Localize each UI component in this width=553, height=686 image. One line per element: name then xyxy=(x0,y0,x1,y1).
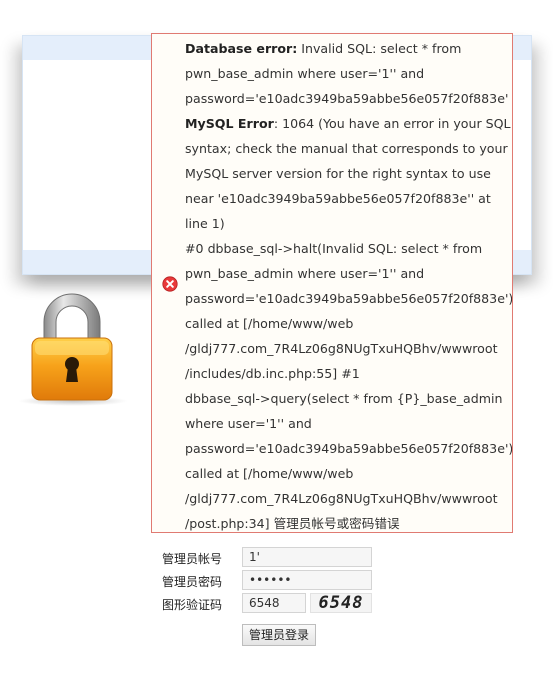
error-line: password='e10adc3949ba59abbe56e057f20f88… xyxy=(185,91,509,106)
error-line: #0 dbbase_sql->halt(Invalid SQL: select … xyxy=(185,241,483,256)
captcha-image[interactable]: 6548 xyxy=(310,593,372,613)
captcha-row: 图形验证码 6548 xyxy=(162,593,422,613)
error-line: syntax; check the manual that correspond… xyxy=(185,141,508,156)
captcha-input[interactable] xyxy=(242,593,306,613)
error-line: MySQL Error: 1064 (You have an error in … xyxy=(185,116,511,131)
error-line: /post.php:34] 管理员帐号或密码错误 xyxy=(185,516,400,531)
password-input[interactable] xyxy=(242,570,372,590)
captcha-label: 图形验证码 xyxy=(162,598,223,612)
error-line: called at [/home/www/web xyxy=(185,466,354,481)
error-line: pwn_base_admin where user='1'' and xyxy=(185,66,425,81)
username-row: 管理员帐号 xyxy=(162,547,422,567)
error-line: /includes/db.inc.php:55] #1 xyxy=(185,366,360,381)
error-line: password='e10adc3949ba59abbe56e057f20f88… xyxy=(185,441,513,456)
error-line: called at [/home/www/web xyxy=(185,316,354,331)
error-line: pwn_base_admin where user='1'' and xyxy=(185,266,425,281)
error-line: /gldj777.com_7R4Lz06g8NUgTxuHQBhv/wwwroo… xyxy=(185,491,498,506)
password-label: 管理员密码 xyxy=(162,575,223,589)
sql-error-panel: Database error: Invalid SQL: select * fr… xyxy=(151,33,513,533)
error-line: dbbase_sql->query(select * from {P}_base… xyxy=(185,391,503,406)
error-line: password='e10adc3949ba59abbe56e057f20f88… xyxy=(185,291,513,306)
password-row: 管理员密码 xyxy=(162,570,422,590)
padlock-icon xyxy=(31,293,113,401)
error-line: /gldj777.com_7R4Lz06g8NUgTxuHQBhv/wwwroo… xyxy=(185,341,498,356)
error-line: near 'e10adc3949ba59abbe56e057f20f883e''… xyxy=(185,191,491,206)
error-line: Database error: Invalid SQL: select * fr… xyxy=(185,41,462,56)
error-line: MySQL server version for the right synta… xyxy=(185,166,491,181)
error-line: line 1) xyxy=(185,216,225,231)
admin-login-button[interactable]: 管理员登录 xyxy=(242,624,316,646)
error-message: Database error: Invalid SQL: select * fr… xyxy=(185,36,513,532)
username-input[interactable] xyxy=(242,547,372,567)
username-label: 管理员帐号 xyxy=(162,552,223,566)
error-circle-x-icon xyxy=(162,276,178,292)
error-line: where user='1'' and xyxy=(185,416,312,431)
